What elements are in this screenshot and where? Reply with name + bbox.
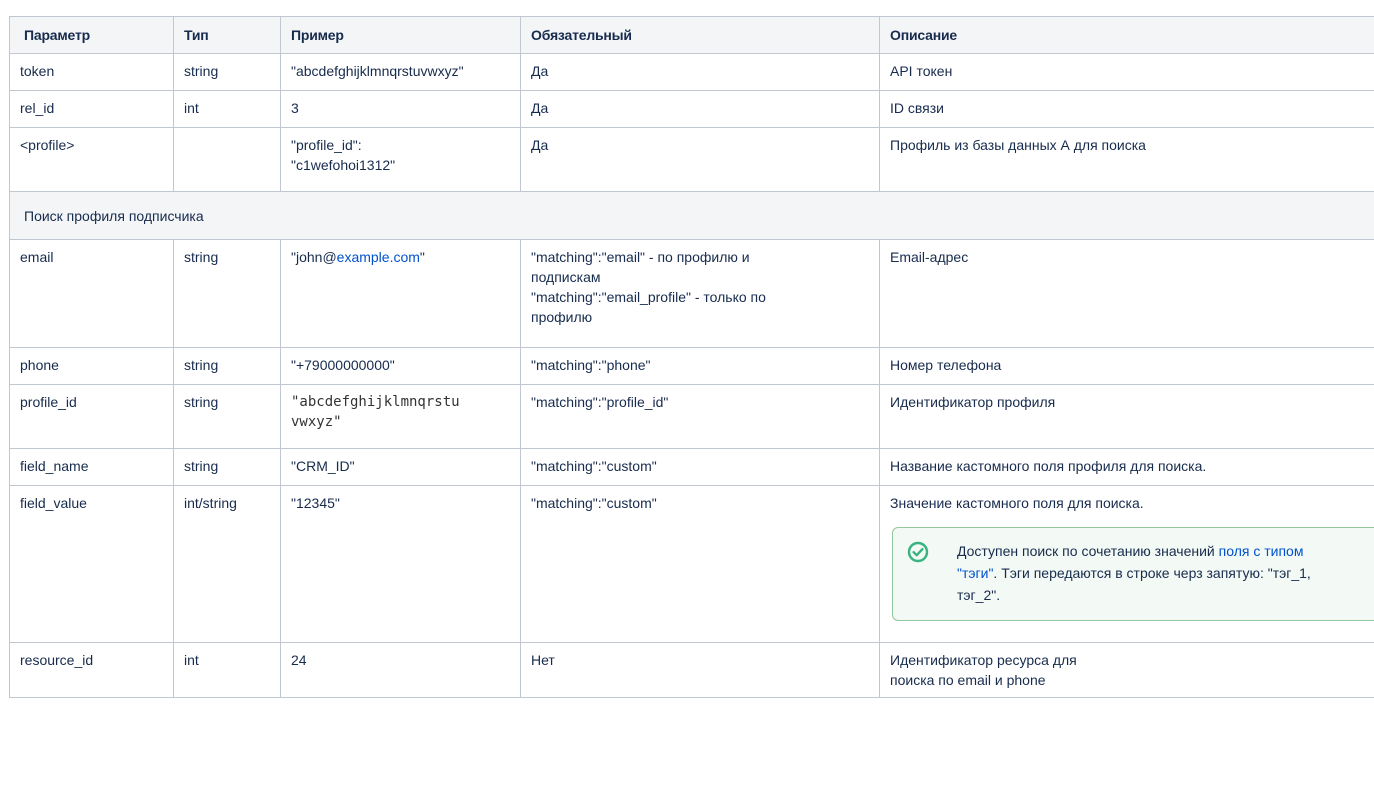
- cell-param: token: [9, 53, 174, 91]
- table-row-profile: <profile> "profile_id": "c1wefohoi1312" …: [9, 127, 1374, 192]
- required-line: профилю: [531, 309, 593, 325]
- parameters-table: Параметр Тип Пример Обязательный Описани…: [9, 16, 1374, 698]
- example-line: "profile_id":: [291, 137, 362, 153]
- description-line: Идентификатор ресурса для: [890, 652, 1077, 668]
- cell-example: "john@example.com": [280, 239, 521, 348]
- cell-required: Да: [520, 127, 880, 192]
- example-prefix: "john@: [291, 249, 337, 265]
- cell-example: "profile_id": "c1wefohoi1312": [280, 127, 521, 192]
- cell-description: ID связи: [879, 90, 1374, 128]
- tip-panel: Доступен поиск по сочетанию значений пол…: [892, 527, 1374, 621]
- cell-example: "+79000000000": [280, 347, 521, 385]
- table-row-token: token string "abcdefghijklmnqrstuvwxyz" …: [9, 53, 1374, 91]
- parameters-table-wrapper: Параметр Тип Пример Обязательный Описани…: [9, 16, 1374, 698]
- description-line: поиска по email и phone: [890, 672, 1046, 688]
- cell-required: Да: [520, 53, 880, 91]
- cell-example: "CRM_ID": [280, 448, 521, 486]
- cell-type: int: [173, 642, 281, 698]
- cell-type: string: [173, 448, 281, 486]
- table-row-rel-id: rel_id int 3 Да ID связи: [9, 90, 1374, 128]
- column-header-type: Тип: [173, 16, 281, 54]
- column-header-example: Пример: [280, 16, 521, 54]
- cell-type: int: [173, 90, 281, 128]
- cell-required: "matching":"custom": [520, 485, 880, 643]
- column-header-description: Описание: [879, 16, 1374, 54]
- cell-required: Нет: [520, 642, 880, 698]
- cell-required: "matching":"profile_id": [520, 384, 880, 449]
- cell-required: "matching":"phone": [520, 347, 880, 385]
- cell-description: Email-адрес: [879, 239, 1374, 348]
- section-title: Поиск профиля подписчика: [9, 191, 1374, 240]
- cell-required: "matching":"email" - по профилю и подпис…: [520, 239, 880, 348]
- example-com-link[interactable]: example.com: [337, 249, 420, 265]
- description-text: Значение кастомного поля для поиска.: [890, 495, 1144, 511]
- cell-type: string: [173, 347, 281, 385]
- tip-text-before: Доступен поиск по сочетанию значений: [957, 543, 1219, 559]
- table-row-phone: phone string "+79000000000" "matching":"…: [9, 347, 1374, 385]
- cell-param: email: [9, 239, 174, 348]
- column-header-parameter: Параметр: [9, 16, 174, 54]
- tip-text-after: . Тэги передаются в строке черз запятую:…: [957, 565, 1311, 603]
- table-header-row: Параметр Тип Пример Обязательный Описани…: [9, 16, 1374, 54]
- cell-example: "abcdefghijklmnqrstu vwxyz": [280, 384, 521, 449]
- cell-type: int/string: [173, 485, 281, 643]
- check-circle-icon: [907, 541, 929, 563]
- cell-description: API токен: [879, 53, 1374, 91]
- cell-type: string: [173, 239, 281, 348]
- cell-param: profile_id: [9, 384, 174, 449]
- cell-type: [173, 127, 281, 192]
- table-row-field-name: field_name string "CRM_ID" "matching":"c…: [9, 448, 1374, 486]
- cell-example: "12345": [280, 485, 521, 643]
- cell-param: rel_id: [9, 90, 174, 128]
- cell-example: "abcdefghijklmnqrstuvwxyz": [280, 53, 521, 91]
- cell-example: 3: [280, 90, 521, 128]
- cell-type: string: [173, 384, 281, 449]
- required-line: "matching":"email" - по профилю и: [531, 249, 750, 265]
- cell-required: "matching":"custom": [520, 448, 880, 486]
- cell-description: Идентификатор ресурса для поиска по emai…: [879, 642, 1374, 698]
- required-line: подпискам: [531, 269, 601, 285]
- cell-example: 24: [280, 642, 521, 698]
- table-row-profile-id: profile_id string "abcdefghijklmnqrstu v…: [9, 384, 1374, 449]
- cell-description: Название кастомного поля профиля для пои…: [879, 448, 1374, 486]
- cell-description: Профиль из базы данных А для поиска: [879, 127, 1374, 192]
- table-row-field-value: field_value int/string "12345" "matching…: [9, 485, 1374, 643]
- cell-param: field_name: [9, 448, 174, 486]
- cell-required: Да: [520, 90, 880, 128]
- example-code-line: vwxyz": [291, 414, 342, 430]
- cell-param: phone: [9, 347, 174, 385]
- required-line: "matching":"email_profile" - только по: [531, 289, 766, 305]
- table-row-email: email string "john@example.com" "matchin…: [9, 239, 1374, 348]
- cell-param: <profile>: [9, 127, 174, 192]
- cell-description: Значение кастомного поля для поиска. Дос…: [879, 485, 1374, 643]
- cell-description: Идентификатор профиля: [879, 384, 1374, 449]
- column-header-required: Обязательный: [520, 16, 880, 54]
- tip-text: Доступен поиск по сочетанию значений пол…: [957, 540, 1342, 606]
- cell-type: string: [173, 53, 281, 91]
- cell-param: field_value: [9, 485, 174, 643]
- section-row: Поиск профиля подписчика: [9, 191, 1374, 240]
- table-row-resource-id: resource_id int 24 Нет Идентификатор рес…: [9, 642, 1374, 698]
- example-suffix: ": [419, 249, 425, 265]
- example-line: "c1wefohoi1312": [291, 157, 396, 173]
- example-code-line: "abcdefghijklmnqrstu: [291, 394, 460, 410]
- cell-description: Номер телефона: [879, 347, 1374, 385]
- cell-param: resource_id: [9, 642, 174, 698]
